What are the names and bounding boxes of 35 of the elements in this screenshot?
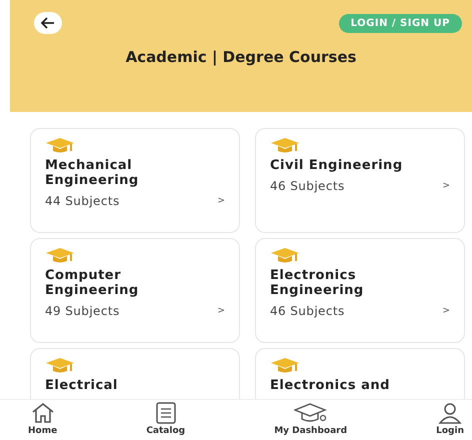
list-icon xyxy=(154,402,178,424)
subject-count: 46 Subjects xyxy=(270,179,345,193)
course-title: Electronics and xyxy=(270,378,391,393)
course-card[interactable]: Electronics Engineering 46 Subjects > xyxy=(255,238,465,343)
course-title: Electronics Engineering xyxy=(270,268,365,298)
course-title: Electrical xyxy=(45,378,119,393)
course-title: Computer Engineering xyxy=(45,268,140,298)
graduation-cap-icon xyxy=(45,137,75,153)
course-title: Mechanical Engineering xyxy=(45,158,140,188)
course-title: Civil Engineering xyxy=(270,158,404,173)
back-button[interactable] xyxy=(34,12,62,34)
home-icon xyxy=(30,402,55,424)
chevron-text: > xyxy=(217,306,225,316)
nav-item[interactable]: My Dashboard xyxy=(274,400,348,440)
nav-item[interactable]: Login xyxy=(436,400,464,440)
user-icon xyxy=(438,402,462,424)
graduation-cap-icon xyxy=(45,247,75,263)
graduation-cap-icon xyxy=(294,402,328,424)
chevron-text: > xyxy=(217,196,225,206)
back-arrow-icon xyxy=(41,17,55,29)
course-card[interactable]: Civil Engineering 46 Subjects > xyxy=(255,128,465,233)
subject-count: 46 Subjects xyxy=(270,304,345,318)
graduation-cap-icon xyxy=(270,357,300,373)
page-title: Academic | Degree Courses xyxy=(124,48,358,66)
chevron-text: > xyxy=(442,306,450,316)
course-card[interactable]: Computer Engineering 49 Subjects > xyxy=(30,238,240,343)
subject-count: 49 Subjects xyxy=(45,304,120,318)
nav-item[interactable]: Catalog xyxy=(146,400,186,440)
nav-item[interactable]: Home xyxy=(28,400,58,440)
graduation-cap-icon xyxy=(270,247,300,263)
graduation-cap-icon xyxy=(45,357,75,373)
subject-count: 44 Subjects xyxy=(45,194,120,208)
course-card[interactable]: Mechanical Engineering 44 Subjects > xyxy=(30,128,240,233)
chevron-text: > xyxy=(442,181,450,191)
graduation-cap-icon xyxy=(270,137,300,153)
